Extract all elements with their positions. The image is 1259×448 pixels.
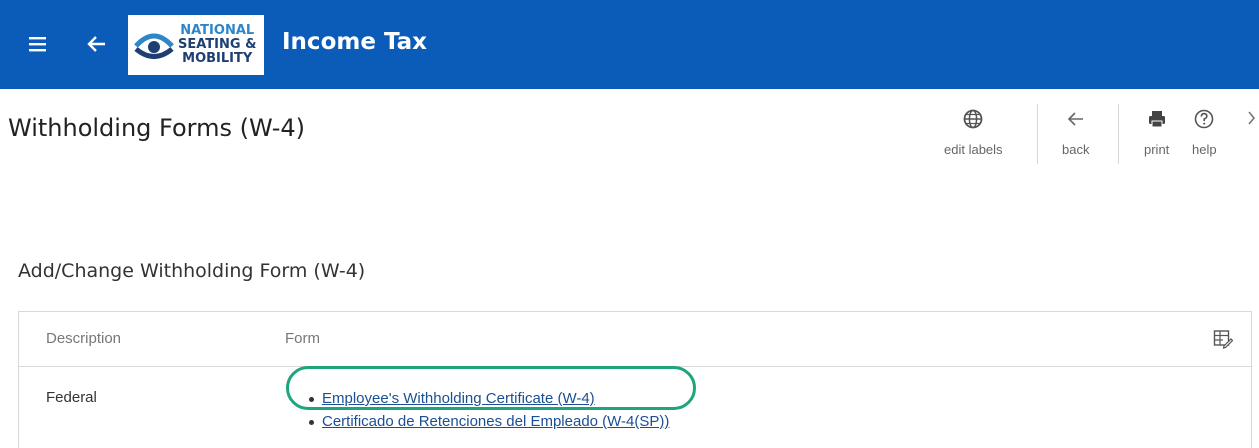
print-label: print [1144,142,1170,157]
table-header: Description Form [19,312,1251,367]
edit-labels-button[interactable]: edit labels [944,108,1003,157]
chevron-right-icon[interactable] [1247,110,1257,130]
list-item: Certificado de Retenciones del Empleado … [302,410,669,433]
help-icon [1194,109,1214,129]
app-header: NATIONAL SEATING & MOBILITY Income Tax [0,0,1259,89]
form-links-list: Employee's Withholding Certificate (W-4)… [302,387,669,433]
w4sp-form-link[interactable]: Certificado de Retenciones del Empleado … [322,413,669,430]
section-title: Add/Change Withholding Form (W-4) [18,260,366,282]
table-settings-icon[interactable] [1213,329,1234,353]
help-label: help [1192,142,1217,157]
page-title: Withholding Forms (W-4) [8,114,306,142]
app-title: Income Tax [282,29,428,55]
company-logo: NATIONAL SEATING & MOBILITY [128,15,264,75]
logo-line-2: SEATING & [178,37,257,52]
back-arrow-icon[interactable] [86,33,108,55]
column-header-form: Form [285,330,320,347]
column-header-description: Description [46,330,122,347]
print-icon [1148,111,1165,128]
edit-labels-label: edit labels [944,142,1003,157]
help-button[interactable]: help [1192,108,1217,157]
globe-icon [963,109,983,129]
logo-icon [134,33,174,59]
w4-form-link[interactable]: Employee's Withholding Certificate (W-4) [322,390,595,407]
withholding-forms-table: Description Form Federal Employee's With… [18,311,1252,448]
menu-icon[interactable] [28,34,48,54]
table-row: Federal Employee's Withholding Certifica… [19,367,1251,447]
list-item: Employee's Withholding Certificate (W-4) [302,387,669,410]
back-button[interactable]: back [1062,108,1089,157]
print-button[interactable]: print [1144,108,1169,157]
back-icon [1067,112,1083,126]
back-label: back [1062,142,1090,157]
toolbar-divider [1037,104,1038,164]
row-description: Federal [46,389,97,406]
toolbar-divider [1118,104,1119,164]
logo-line-1: NATIONAL [180,23,255,38]
logo-line-3: MOBILITY [182,51,253,66]
